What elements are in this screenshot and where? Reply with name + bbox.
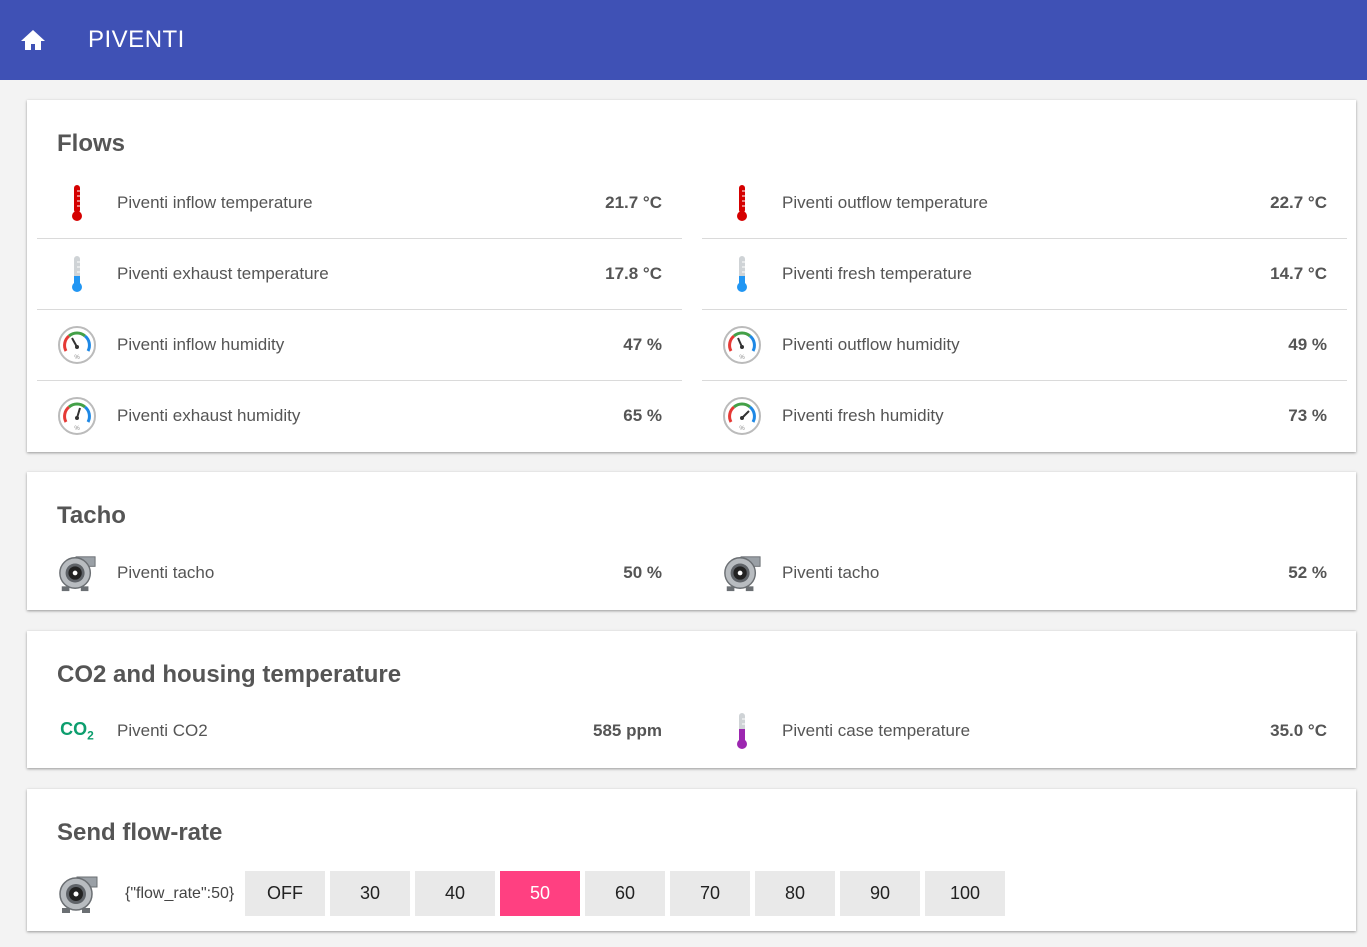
thermometer-cold-icon <box>722 254 762 294</box>
humidity-gauge-icon <box>722 325 762 365</box>
thermometer-hot-icon <box>57 183 97 223</box>
flowrate-button-30[interactable]: 30 <box>330 871 410 916</box>
home-icon[interactable] <box>16 23 50 57</box>
sensor-label: Piventi fresh temperature <box>782 264 972 283</box>
flowrate-button-40[interactable]: 40 <box>415 871 495 916</box>
sensor-value: 49 % <box>1288 335 1327 354</box>
sensor-value: 47 % <box>623 335 662 354</box>
flowrate-button-60[interactable]: 60 <box>585 871 665 916</box>
sensor-label: Piventi case temperature <box>782 721 971 740</box>
app-header: PIVENTI <box>0 0 1367 80</box>
flowrate-button-70[interactable]: 70 <box>670 871 750 916</box>
tacho-card: Tacho Piventi tacho 50 % Piventi tacho 5… <box>27 472 1356 610</box>
sensor-label: Piventi inflow humidity <box>117 335 285 354</box>
flowrate-card: Send flow-rate {"flow_rate":50} OFF 30 4… <box>27 789 1356 931</box>
flows-title: Flows <box>57 130 126 157</box>
sensor-row: Piventi tacho 52 % <box>702 538 1347 608</box>
tacho-title: Tacho <box>57 502 126 529</box>
fan-icon <box>722 553 762 593</box>
sensor-row: Piventi exhaust temperature 17.8 °C <box>37 239 682 310</box>
thermometer-cold-icon <box>57 254 97 294</box>
thermometer-hot-icon <box>722 183 762 223</box>
sensor-value: 14.7 °C <box>1270 264 1327 283</box>
sensor-label: Piventi outflow humidity <box>782 335 960 354</box>
app-title: PIVENTI <box>88 26 185 53</box>
flowrate-controls: {"flow_rate":50} OFF 30 40 50 60 70 80 9… <box>57 871 1010 916</box>
fan-icon <box>57 553 97 593</box>
sensor-value: 585 ppm <box>593 721 662 740</box>
sensor-value: 35.0 °C <box>1270 721 1327 740</box>
sensor-row: Piventi tacho 50 % <box>37 538 682 608</box>
sensor-label: Piventi exhaust humidity <box>117 406 301 425</box>
humidity-gauge-icon <box>57 396 97 436</box>
sensor-value: 17.8 °C <box>605 264 662 283</box>
fan-icon <box>57 873 99 915</box>
flows-card: Flows Piventi inflow temperature 21.7 °C… <box>27 100 1356 452</box>
humidity-gauge-icon <box>57 325 97 365</box>
sensor-label: Piventi exhaust temperature <box>117 264 329 283</box>
sensor-value: 22.7 °C <box>1270 193 1327 212</box>
sensor-row: Piventi outflow temperature 22.7 °C <box>702 168 1347 239</box>
sensor-row: CO2 Piventi CO2 585 ppm <box>37 696 682 766</box>
sensor-label: Piventi tacho <box>117 563 215 582</box>
sensor-row: Piventi fresh humidity 73 % <box>702 381 1347 451</box>
thermometer-purple-icon <box>722 711 762 751</box>
sensor-value: 73 % <box>1288 406 1327 425</box>
sensor-value: 21.7 °C <box>605 193 662 212</box>
co2-card: CO2 and housing temperature CO2 Piventi … <box>27 631 1356 768</box>
sensor-value: 65 % <box>623 406 662 425</box>
sensor-row: Piventi case temperature 35.0 °C <box>702 696 1347 766</box>
sensor-row: Piventi inflow humidity 47 % <box>37 310 682 381</box>
sensor-row: Piventi fresh temperature 14.7 °C <box>702 239 1347 310</box>
flowrate-button-off[interactable]: OFF <box>245 871 325 916</box>
sensor-label: Piventi CO2 <box>117 721 208 740</box>
sensor-label: Piventi tacho <box>782 563 880 582</box>
sensor-value: 52 % <box>1288 563 1327 582</box>
flowrate-button-90[interactable]: 90 <box>840 871 920 916</box>
flowrate-button-100[interactable]: 100 <box>925 871 1005 916</box>
humidity-gauge-icon <box>722 396 762 436</box>
sensor-value: 50 % <box>623 563 662 582</box>
sensor-label: Piventi outflow temperature <box>782 193 988 212</box>
sensor-label: Piventi fresh humidity <box>782 406 944 425</box>
flowrate-button-50[interactable]: 50 <box>500 871 580 916</box>
flowrate-button-80[interactable]: 80 <box>755 871 835 916</box>
flowrate-payload: {"flow_rate":50} <box>125 884 235 902</box>
sensor-row: Piventi outflow humidity 49 % <box>702 310 1347 381</box>
co2-icon: CO2 <box>60 719 94 743</box>
sensor-row: Piventi inflow temperature 21.7 °C <box>37 168 682 239</box>
flowrate-title: Send flow-rate <box>57 819 223 846</box>
sensor-label: Piventi inflow temperature <box>117 193 313 212</box>
co2-title: CO2 and housing temperature <box>57 661 402 688</box>
sensor-row: Piventi exhaust humidity 65 % <box>37 381 682 451</box>
